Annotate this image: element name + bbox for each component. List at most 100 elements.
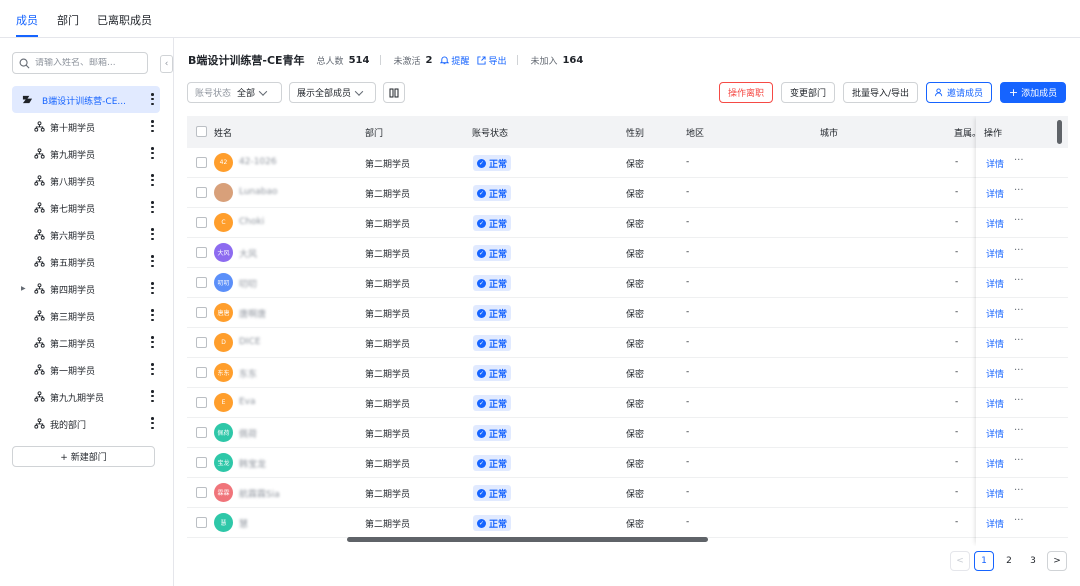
tree-node-department[interactable]: 第五期学员 (12, 248, 160, 275)
tree-node-department[interactable]: 第三期学员 (12, 302, 160, 329)
prev-page-button[interactable]: < (950, 551, 970, 571)
tree-node-department[interactable]: 我的部门 (12, 410, 160, 437)
more-vertical-icon[interactable] (151, 309, 154, 321)
table-row[interactable]: 唐唐 唐啊唐 第二期学员 ✓ 正常 保密 - - 详情 ··· (187, 298, 1068, 328)
table-row[interactable]: 宝龙 韩宝龙 第二期学员 ✓ 正常 保密 - - 详情 ··· (187, 448, 1068, 478)
gender-cell: 保密 (626, 430, 645, 440)
inactive-label: 未激活 (393, 56, 421, 67)
add-member-button[interactable]: + 添加成员 (1000, 82, 1066, 103)
table-row[interactable]: E Eva 第二期学员 ✓ 正常 保密 - - 详情 ··· (187, 388, 1068, 418)
department-icon (34, 364, 45, 375)
tree-node-department[interactable]: 第十期学员 (12, 113, 160, 140)
horizontal-scrollbar[interactable] (347, 537, 708, 542)
more-vertical-icon[interactable] (151, 255, 154, 267)
more-vertical-icon[interactable] (151, 93, 154, 105)
page-2-button[interactable]: 2 (999, 551, 1019, 571)
resign-operation-button[interactable]: 操作离职 (719, 82, 773, 103)
column-header-department: 部门 (365, 129, 384, 139)
tree-node-label: 第六期学员 (50, 232, 96, 242)
change-department-button[interactable]: 变更部门 (781, 82, 835, 103)
check-circle-icon: ✓ (477, 308, 486, 318)
table-row[interactable]: 叨叨 叨叨 第二期学员 ✓ 正常 保密 - - 详情 ··· (187, 268, 1068, 298)
more-vertical-icon[interactable] (151, 201, 154, 213)
department-cell: 第二期学员 (365, 340, 411, 350)
row-checkbox[interactable] (196, 457, 207, 468)
gender-cell: 保密 (626, 220, 645, 230)
more-vertical-icon[interactable] (151, 390, 154, 402)
tree-node-department[interactable]: 第一期学员 (12, 356, 160, 383)
expand-arrow-icon[interactable]: ▶ (21, 285, 26, 292)
row-checkbox[interactable] (196, 337, 207, 348)
row-checkbox[interactable] (196, 247, 207, 258)
table-row[interactable]: D DICE 第二期学员 ✓ 正常 保密 - - 详情 ··· (187, 328, 1068, 358)
member-scope-filter[interactable]: 展示全部成员 (289, 82, 376, 103)
row-checkbox[interactable] (196, 277, 207, 288)
tab-members[interactable]: 成员 (16, 12, 38, 28)
tree-root-node[interactable]: B端设计训练营-CE... (12, 86, 160, 113)
table-row[interactable]: 东东 东东 第二期学员 ✓ 正常 保密 - - 详情 ··· (187, 358, 1068, 388)
more-vertical-icon[interactable] (151, 363, 154, 375)
more-vertical-icon[interactable] (151, 417, 154, 429)
invite-member-button[interactable]: 邀请成员 (926, 82, 992, 103)
gender-cell: 保密 (626, 340, 645, 350)
column-settings-button[interactable] (383, 82, 405, 103)
more-vertical-icon[interactable] (151, 120, 154, 132)
tab-resigned-members[interactable]: 已离职成员 (97, 12, 152, 28)
department-icon (34, 310, 45, 321)
department-icon (34, 391, 45, 402)
tree-node-department[interactable]: ▶ 第四期学员 (12, 275, 160, 302)
top-tabs: 成员 部门 已离职成员 (0, 0, 1080, 38)
search-box[interactable] (12, 52, 148, 74)
tree-node-label: 第七期学员 (50, 205, 96, 215)
vertical-scrollbar[interactable] (1057, 120, 1062, 144)
row-checkbox[interactable] (196, 487, 207, 498)
row-checkbox[interactable] (196, 157, 207, 168)
account-status-filter[interactable]: 账号状态 全部 (187, 82, 282, 103)
row-checkbox[interactable] (196, 307, 207, 318)
gender-cell: 保密 (626, 280, 645, 290)
row-checkbox[interactable] (196, 427, 207, 438)
table-row[interactable]: 42 42-1026 第二期学员 ✓ 正常 保密 - - 详情 ··· (187, 148, 1068, 178)
gender-cell: 保密 (626, 190, 645, 200)
table-row[interactable]: C Choki 第二期学员 ✓ 正常 保密 - - 详情 ··· (187, 208, 1068, 238)
search-input[interactable] (35, 58, 145, 68)
tree-node-department[interactable]: 第六期学员 (12, 221, 160, 248)
tab-departments[interactable]: 部门 (57, 12, 79, 28)
tree-node-department[interactable]: 第二期学员 (12, 329, 160, 356)
page-1-button[interactable]: 1 (974, 551, 994, 571)
table-row[interactable]: Lunabao 第二期学员 ✓ 正常 保密 - - 详情 ··· (187, 178, 1068, 208)
row-checkbox[interactable] (196, 367, 207, 378)
select-all-checkbox[interactable] (196, 126, 207, 137)
department-icon (34, 256, 45, 267)
row-checkbox[interactable] (196, 187, 207, 198)
new-department-button[interactable]: + 新建部门 (12, 446, 155, 467)
page-3-button[interactable]: 3 (1023, 551, 1043, 571)
row-checkbox[interactable] (196, 217, 207, 228)
table-row[interactable]: 慧慧第二期学员 ✓ 正常 保密 - - 详情 ··· (187, 508, 1068, 538)
bulk-import-export-button[interactable]: 批量导入/导出 (843, 82, 918, 103)
collapse-sidebar-button[interactable]: ‹ (160, 55, 173, 73)
member-name: Choki (239, 217, 265, 227)
status-text: 正常 (489, 189, 508, 200)
status-badge: ✓ 正常 (473, 335, 512, 351)
tree-node-department[interactable]: 第七期学员 (12, 194, 160, 221)
table-row[interactable]: 佩荷 佩荷 第二期学员 ✓ 正常 保密 - - 详情 ··· (187, 418, 1068, 448)
remind-link[interactable]: 提醒 (440, 54, 469, 67)
next-page-button[interactable]: > (1047, 551, 1067, 571)
tree-node-department[interactable]: 第九九期学员 (12, 383, 160, 410)
row-checkbox[interactable] (196, 397, 207, 408)
more-vertical-icon[interactable] (151, 228, 154, 240)
more-vertical-icon[interactable] (151, 336, 154, 348)
more-vertical-icon[interactable] (151, 282, 154, 294)
tree-node-department[interactable]: 第九期学员 (12, 140, 160, 167)
table-row[interactable]: 霖霖 航霖霖Sia 第二期学员 ✓ 正常 保密 - - 详情 ··· (187, 478, 1068, 508)
more-vertical-icon[interactable] (151, 174, 154, 186)
more-vertical-icon[interactable] (151, 147, 154, 159)
export-link[interactable]: 导出 (477, 54, 506, 67)
tree-node-department[interactable]: 第八期学员 (12, 167, 160, 194)
status-badge: ✓ 正常 (473, 365, 512, 381)
status-text: 正常 (489, 369, 508, 380)
row-checkbox[interactable] (196, 517, 207, 528)
table-row[interactable]: 大风 大风 第二期学员 ✓ 正常 保密 - - 详情 ··· (187, 238, 1068, 268)
table-header: 姓名 部门 账号状态 性别 地区 城市 直属。 操作 (187, 116, 1068, 148)
